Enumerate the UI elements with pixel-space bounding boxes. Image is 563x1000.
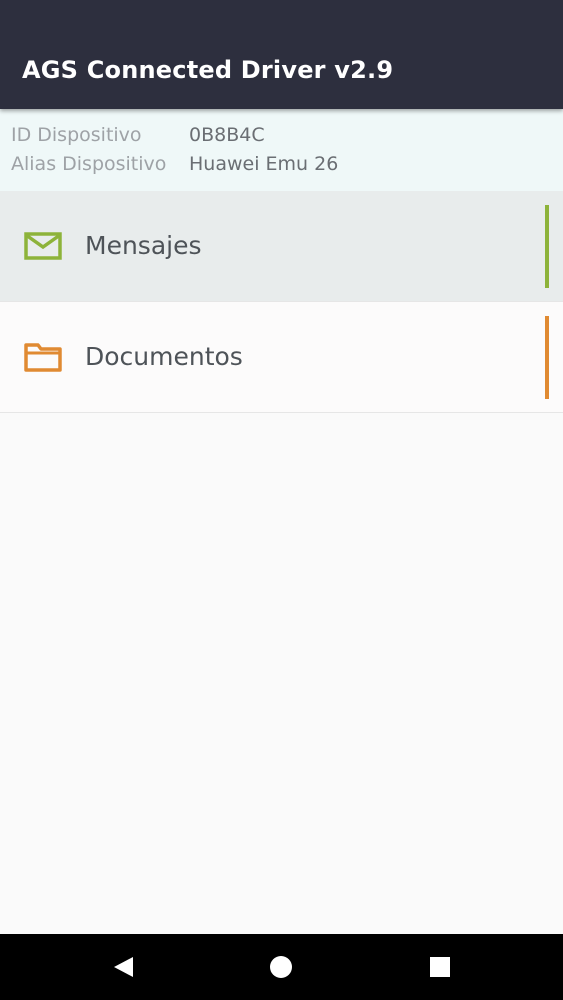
recents-square-icon[interactable] <box>425 952 455 982</box>
envelope-icon <box>24 232 62 260</box>
device-alias-label: Alias Dispositivo <box>11 153 167 175</box>
app-bar: AGS Connected Driver v2.9 <box>0 0 563 109</box>
menu-item-label: Documentos <box>85 342 243 371</box>
app-title: AGS Connected Driver v2.9 <box>22 56 394 84</box>
back-triangle-icon[interactable] <box>109 952 139 982</box>
device-id-label: ID Dispositivo <box>11 124 142 146</box>
device-id-value: 0B8B4C <box>189 124 265 146</box>
menu-item-label: Mensajes <box>85 231 202 260</box>
device-alias-row: Alias Dispositivo Huawei Emu 26 <box>11 153 338 175</box>
menu-item-documentos[interactable]: Documentos <box>0 302 563 413</box>
device-info-panel: ID Dispositivo 0B8B4C Alias Dispositivo Hu… <box>0 109 563 191</box>
accent-bar <box>545 205 549 288</box>
system-nav-bar <box>0 934 563 1000</box>
menu-item-mensajes[interactable]: Mensajes <box>0 191 563 302</box>
accent-bar <box>545 316 549 399</box>
folder-icon <box>24 343 62 372</box>
device-alias-value: Huawei Emu 26 <box>189 153 339 175</box>
device-id-row: ID Dispositivo 0B8B4C <box>11 124 265 146</box>
home-circle-icon[interactable] <box>266 952 296 982</box>
